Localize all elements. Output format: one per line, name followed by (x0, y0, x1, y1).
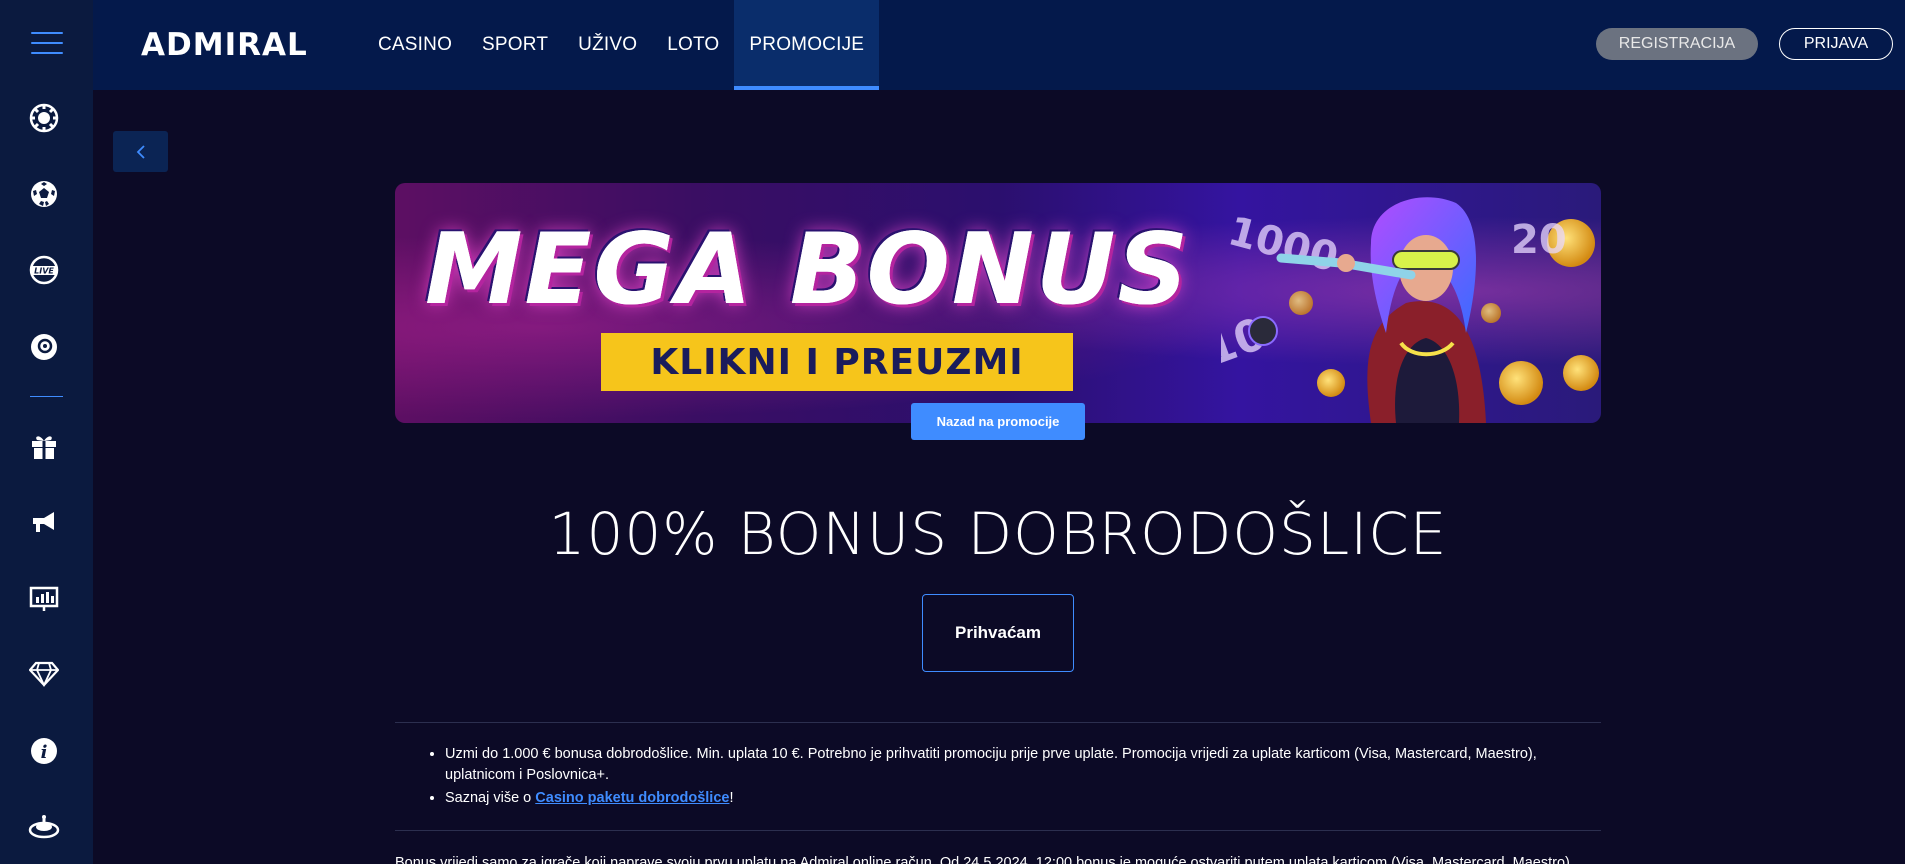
back-to-promotions-button[interactable]: Nazad na promocije (911, 403, 1085, 440)
divider-bottom (395, 830, 1601, 831)
nav-loto[interactable]: LOTO (652, 0, 734, 90)
banner-cta: KLIKNI I PREUZMI (601, 333, 1073, 391)
menu-icon[interactable] (31, 32, 63, 54)
nav-uzivo[interactable]: UŽIVO (563, 0, 652, 90)
nav-promocije[interactable]: PROMOCIJE (734, 0, 880, 90)
lottery-ball-icon[interactable] (28, 331, 60, 363)
terms-paragraph: Bonus vrijedi samo za igrače koji naprav… (395, 855, 1574, 864)
svg-text:1000: 1000 (1223, 208, 1342, 281)
list-item: Uzmi do 1.000 € bonusa dobrodošlice. Min… (445, 744, 1587, 786)
svg-text:LIVE: LIVE (34, 267, 54, 276)
diamond-icon[interactable] (28, 658, 60, 690)
divider-top (395, 722, 1601, 723)
banner-title: MEGA BONUS (425, 213, 1191, 327)
back-button[interactable] (113, 131, 168, 172)
svg-text:i: i (41, 742, 48, 763)
roulette-icon[interactable] (28, 811, 60, 843)
top-header: ADMIRAL CASINO SPORT UŽIVO LOTO PROMOCIJ… (93, 0, 1905, 90)
gift-icon[interactable] (28, 430, 60, 462)
soccer-ball-icon[interactable] (28, 178, 60, 210)
casino-chip-icon[interactable] (28, 102, 60, 134)
chevron-left-icon (136, 144, 145, 159)
admiral-logo[interactable]: ADMIRAL (141, 26, 327, 60)
results-board-icon[interactable] (28, 582, 60, 614)
promo-banner[interactable]: MEGA BONUS KLIKNI I PREUZMI 1000 20 10 (395, 183, 1601, 423)
main-nav: CASINO SPORT UŽIVO LOTO PROMOCIJE (363, 0, 880, 90)
promo-terms-list: Uzmi do 1.000 € bonusa dobrodošlice. Min… (427, 744, 1587, 811)
svg-text:ADMIRAL: ADMIRAL (141, 27, 308, 59)
nav-casino[interactable]: CASINO (363, 0, 467, 90)
sidebar-divider (30, 396, 63, 397)
cyber-girl-illustration: 1000 20 10 (1221, 197, 1599, 423)
page-title: 100% BONUS DOBRODOŠLICE (548, 500, 1448, 568)
svg-text:20: 20 (1511, 217, 1567, 263)
info-icon[interactable]: i (28, 735, 60, 767)
list-item: Saznaj više o Casino paketu dobrodošlice… (445, 788, 1587, 809)
accept-button[interactable]: Prihvaćam (922, 594, 1074, 672)
live-icon[interactable]: LIVE (28, 254, 60, 286)
register-button[interactable]: REGISTRACIJA (1596, 28, 1758, 60)
megaphone-icon[interactable] (28, 506, 60, 538)
nav-sport[interactable]: SPORT (467, 0, 563, 90)
login-button[interactable]: PRIJAVA (1779, 28, 1893, 60)
sidebar: LIVE i (0, 0, 93, 864)
casino-welcome-package-link[interactable]: Casino paketu dobrodošlice (535, 790, 729, 806)
